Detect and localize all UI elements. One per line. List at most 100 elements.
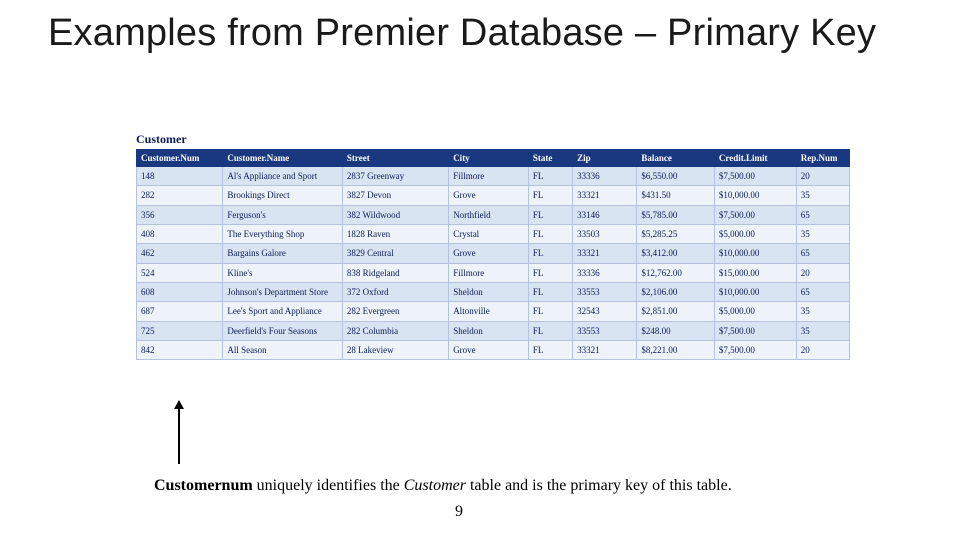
cell-name: Bargains Galore	[223, 244, 343, 263]
cell-name: Deerfield's Four Seasons	[223, 321, 343, 340]
cell-city: Grove	[449, 341, 529, 360]
cell-cred: $5,000.00	[714, 225, 796, 244]
cell-num: 687	[137, 302, 223, 321]
cell-rep: 20	[796, 341, 849, 360]
table-row: 148Al's Appliance and Sport2837 Greenway…	[137, 167, 850, 186]
cell-num: 148	[137, 167, 223, 186]
col-street: Street	[342, 150, 448, 167]
caption-end: table and is the primary key of this tab…	[466, 477, 732, 494]
cell-cred: $15,000.00	[714, 263, 796, 282]
cell-num: 725	[137, 321, 223, 340]
cell-city: Grove	[449, 186, 529, 205]
cell-street: 282 Columbia	[342, 321, 448, 340]
cell-num: 356	[137, 205, 223, 224]
cell-city: Sheldon	[449, 283, 529, 302]
cell-bal: $5,785.00	[637, 205, 715, 224]
arrow-icon	[178, 408, 180, 464]
cell-num: 282	[137, 186, 223, 205]
col-credit-limit: Credit.Limit	[714, 150, 796, 167]
cell-name: Al's Appliance and Sport	[223, 167, 343, 186]
col-rep-num: Rep.Num	[796, 150, 849, 167]
cell-name: Lee's Sport and Appliance	[223, 302, 343, 321]
cell-zip: 33321	[573, 244, 637, 263]
cell-state: FL	[528, 263, 572, 282]
cell-street: 382 Wildwood	[342, 205, 448, 224]
cell-num: 608	[137, 283, 223, 302]
cell-zip: 32543	[573, 302, 637, 321]
cell-cred: $5,000.00	[714, 302, 796, 321]
cell-state: FL	[528, 283, 572, 302]
cell-rep: 20	[796, 263, 849, 282]
cell-state: FL	[528, 244, 572, 263]
cell-state: FL	[528, 341, 572, 360]
col-customer-num: Customer.Num	[137, 150, 223, 167]
page-title: Examples from Premier Database – Primary…	[48, 12, 912, 56]
cell-state: FL	[528, 205, 572, 224]
cell-rep: 65	[796, 244, 849, 263]
cell-name: Ferguson's	[223, 205, 343, 224]
cell-zip: 33146	[573, 205, 637, 224]
cell-rep: 35	[796, 225, 849, 244]
cell-bal: $6,550.00	[637, 167, 715, 186]
cell-zip: 33321	[573, 186, 637, 205]
cell-cred: $7,500.00	[714, 341, 796, 360]
cell-state: FL	[528, 167, 572, 186]
cell-cred: $10,000.00	[714, 244, 796, 263]
cell-num: 462	[137, 244, 223, 263]
customer-table: Customer.Num Customer.Name Street City S…	[136, 149, 850, 360]
cell-zip: 33336	[573, 263, 637, 282]
col-state: State	[528, 150, 572, 167]
cell-rep: 35	[796, 302, 849, 321]
cell-cred: $7,500.00	[714, 205, 796, 224]
cell-street: 3829 Central	[342, 244, 448, 263]
cell-street: 372 Oxford	[342, 283, 448, 302]
cell-zip: 33336	[573, 167, 637, 186]
cell-rep: 20	[796, 167, 849, 186]
table-body: 148Al's Appliance and Sport2837 Greenway…	[137, 167, 850, 360]
cell-zip: 33503	[573, 225, 637, 244]
cell-state: FL	[528, 186, 572, 205]
caption-bold: Customernum	[154, 477, 253, 494]
cell-bal: $2,851.00	[637, 302, 715, 321]
table-row: 282Brookings Direct3827 DevonGroveFL3332…	[137, 186, 850, 205]
cell-zip: 33553	[573, 321, 637, 340]
cell-city: Grove	[449, 244, 529, 263]
cell-rep: 35	[796, 321, 849, 340]
customer-table-wrap: Customer Customer.Num Customer.Name Stre…	[136, 132, 850, 360]
cell-zip: 33321	[573, 341, 637, 360]
cell-cred: $10,000.00	[714, 186, 796, 205]
table-label: Customer	[136, 132, 850, 147]
col-balance: Balance	[637, 150, 715, 167]
table-row: 725Deerfield's Four Seasons282 ColumbiaS…	[137, 321, 850, 340]
cell-num: 524	[137, 263, 223, 282]
cell-bal: $12,762.00	[637, 263, 715, 282]
cell-bal: $248.00	[637, 321, 715, 340]
table-row: 687Lee's Sport and Appliance282 Evergree…	[137, 302, 850, 321]
cell-state: FL	[528, 225, 572, 244]
cell-street: 3827 Devon	[342, 186, 448, 205]
cell-bal: $8,221.00	[637, 341, 715, 360]
cell-city: Northfield	[449, 205, 529, 224]
cell-bal: $431.50	[637, 186, 715, 205]
caption-italic: Customer	[404, 477, 466, 494]
cell-rep: 65	[796, 283, 849, 302]
cell-num: 842	[137, 341, 223, 360]
caption-mid: uniquely identifies the	[253, 477, 404, 494]
cell-zip: 33553	[573, 283, 637, 302]
cell-cred: $7,500.00	[714, 167, 796, 186]
slide: Examples from Premier Database – Primary…	[0, 0, 960, 540]
cell-city: Fillmore	[449, 263, 529, 282]
cell-street: 838 Ridgeland	[342, 263, 448, 282]
cell-bal: $2,106.00	[637, 283, 715, 302]
cell-street: 28 Lakeview	[342, 341, 448, 360]
cell-city: Fillmore	[449, 167, 529, 186]
cell-name: The Everything Shop	[223, 225, 343, 244]
cell-street: 1828 Raven	[342, 225, 448, 244]
cell-state: FL	[528, 321, 572, 340]
table-header: Customer.Num Customer.Name Street City S…	[137, 150, 850, 167]
col-customer-name: Customer.Name	[223, 150, 343, 167]
cell-street: 2837 Greenway	[342, 167, 448, 186]
cell-city: Sheldon	[449, 321, 529, 340]
caption: Customernum uniquely identifies the Cust…	[154, 476, 794, 497]
page-number: 9	[455, 503, 463, 521]
